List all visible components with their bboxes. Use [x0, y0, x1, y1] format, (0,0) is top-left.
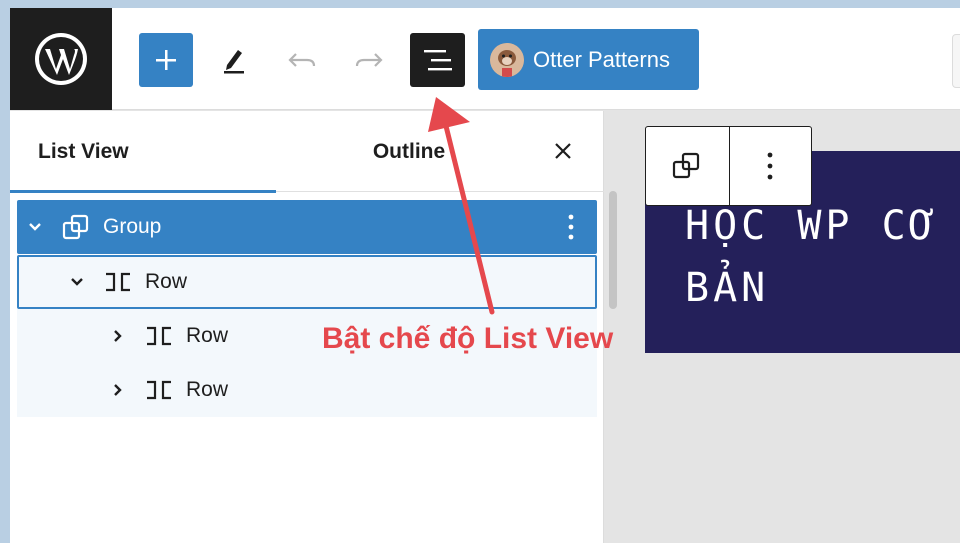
kebab-menu-icon — [767, 152, 773, 180]
tree-item-group[interactable]: Group — [17, 200, 597, 254]
group-icon — [61, 214, 91, 240]
window-frame-top — [0, 0, 960, 8]
tree-item-row[interactable]: Row — [17, 363, 597, 417]
chevron-down-icon[interactable] — [25, 217, 45, 237]
otter-patterns-label: Otter Patterns — [533, 46, 670, 72]
add-block-button[interactable] — [139, 33, 193, 87]
close-panel-button[interactable] — [548, 136, 578, 166]
tab-outline[interactable]: Outline — [276, 111, 542, 192]
tools-button[interactable] — [207, 33, 261, 87]
block-options-button[interactable] — [728, 127, 812, 205]
otter-avatar-icon — [490, 42, 524, 77]
group-icon — [673, 152, 700, 179]
close-icon — [555, 143, 571, 159]
block-type-button[interactable] — [646, 127, 729, 205]
tree-item-label: Row — [186, 378, 229, 401]
annotation-label: Bật chế độ List View — [322, 322, 614, 355]
panel-tabs: List View Outline — [10, 111, 604, 193]
row-icon — [144, 377, 174, 403]
canvas-heading-line2: BẢN — [685, 265, 770, 311]
otter-patterns-button[interactable]: Otter Patterns — [478, 29, 699, 90]
tree-item-label: Row — [186, 324, 229, 347]
wordpress-logo-icon — [35, 33, 87, 85]
chevron-down-icon[interactable] — [67, 272, 87, 292]
row-icon — [144, 323, 174, 349]
editor-toolbar: Otter Patterns — [10, 8, 960, 110]
tree-item-label: Row — [145, 270, 188, 293]
redo-button[interactable] — [342, 33, 396, 87]
chevron-right-icon[interactable] — [108, 326, 128, 346]
panel-scrollbar[interactable] — [609, 191, 617, 309]
row-icon — [103, 269, 133, 295]
canvas-heading[interactable]: HỌC WP CƠ BẢN — [685, 195, 960, 319]
window-frame-left — [0, 0, 10, 543]
undo-icon — [288, 53, 316, 67]
tree-item-label: Group — [103, 215, 162, 238]
settings-button-partial[interactable] — [952, 34, 960, 88]
wordpress-logo-button[interactable] — [10, 8, 112, 110]
list-view-icon — [423, 50, 452, 71]
undo-button[interactable] — [275, 33, 329, 87]
tab-list-view[interactable]: List View — [10, 111, 276, 193]
redo-icon — [355, 53, 383, 67]
pencil-icon — [224, 50, 244, 74]
block-options-icon[interactable] — [559, 212, 583, 242]
list-view-toggle-button[interactable] — [410, 33, 465, 87]
chevron-right-icon[interactable] — [108, 380, 128, 400]
block-toolbar — [645, 126, 812, 206]
plus-icon — [156, 50, 176, 70]
tree-item-row[interactable]: Row — [17, 255, 597, 309]
